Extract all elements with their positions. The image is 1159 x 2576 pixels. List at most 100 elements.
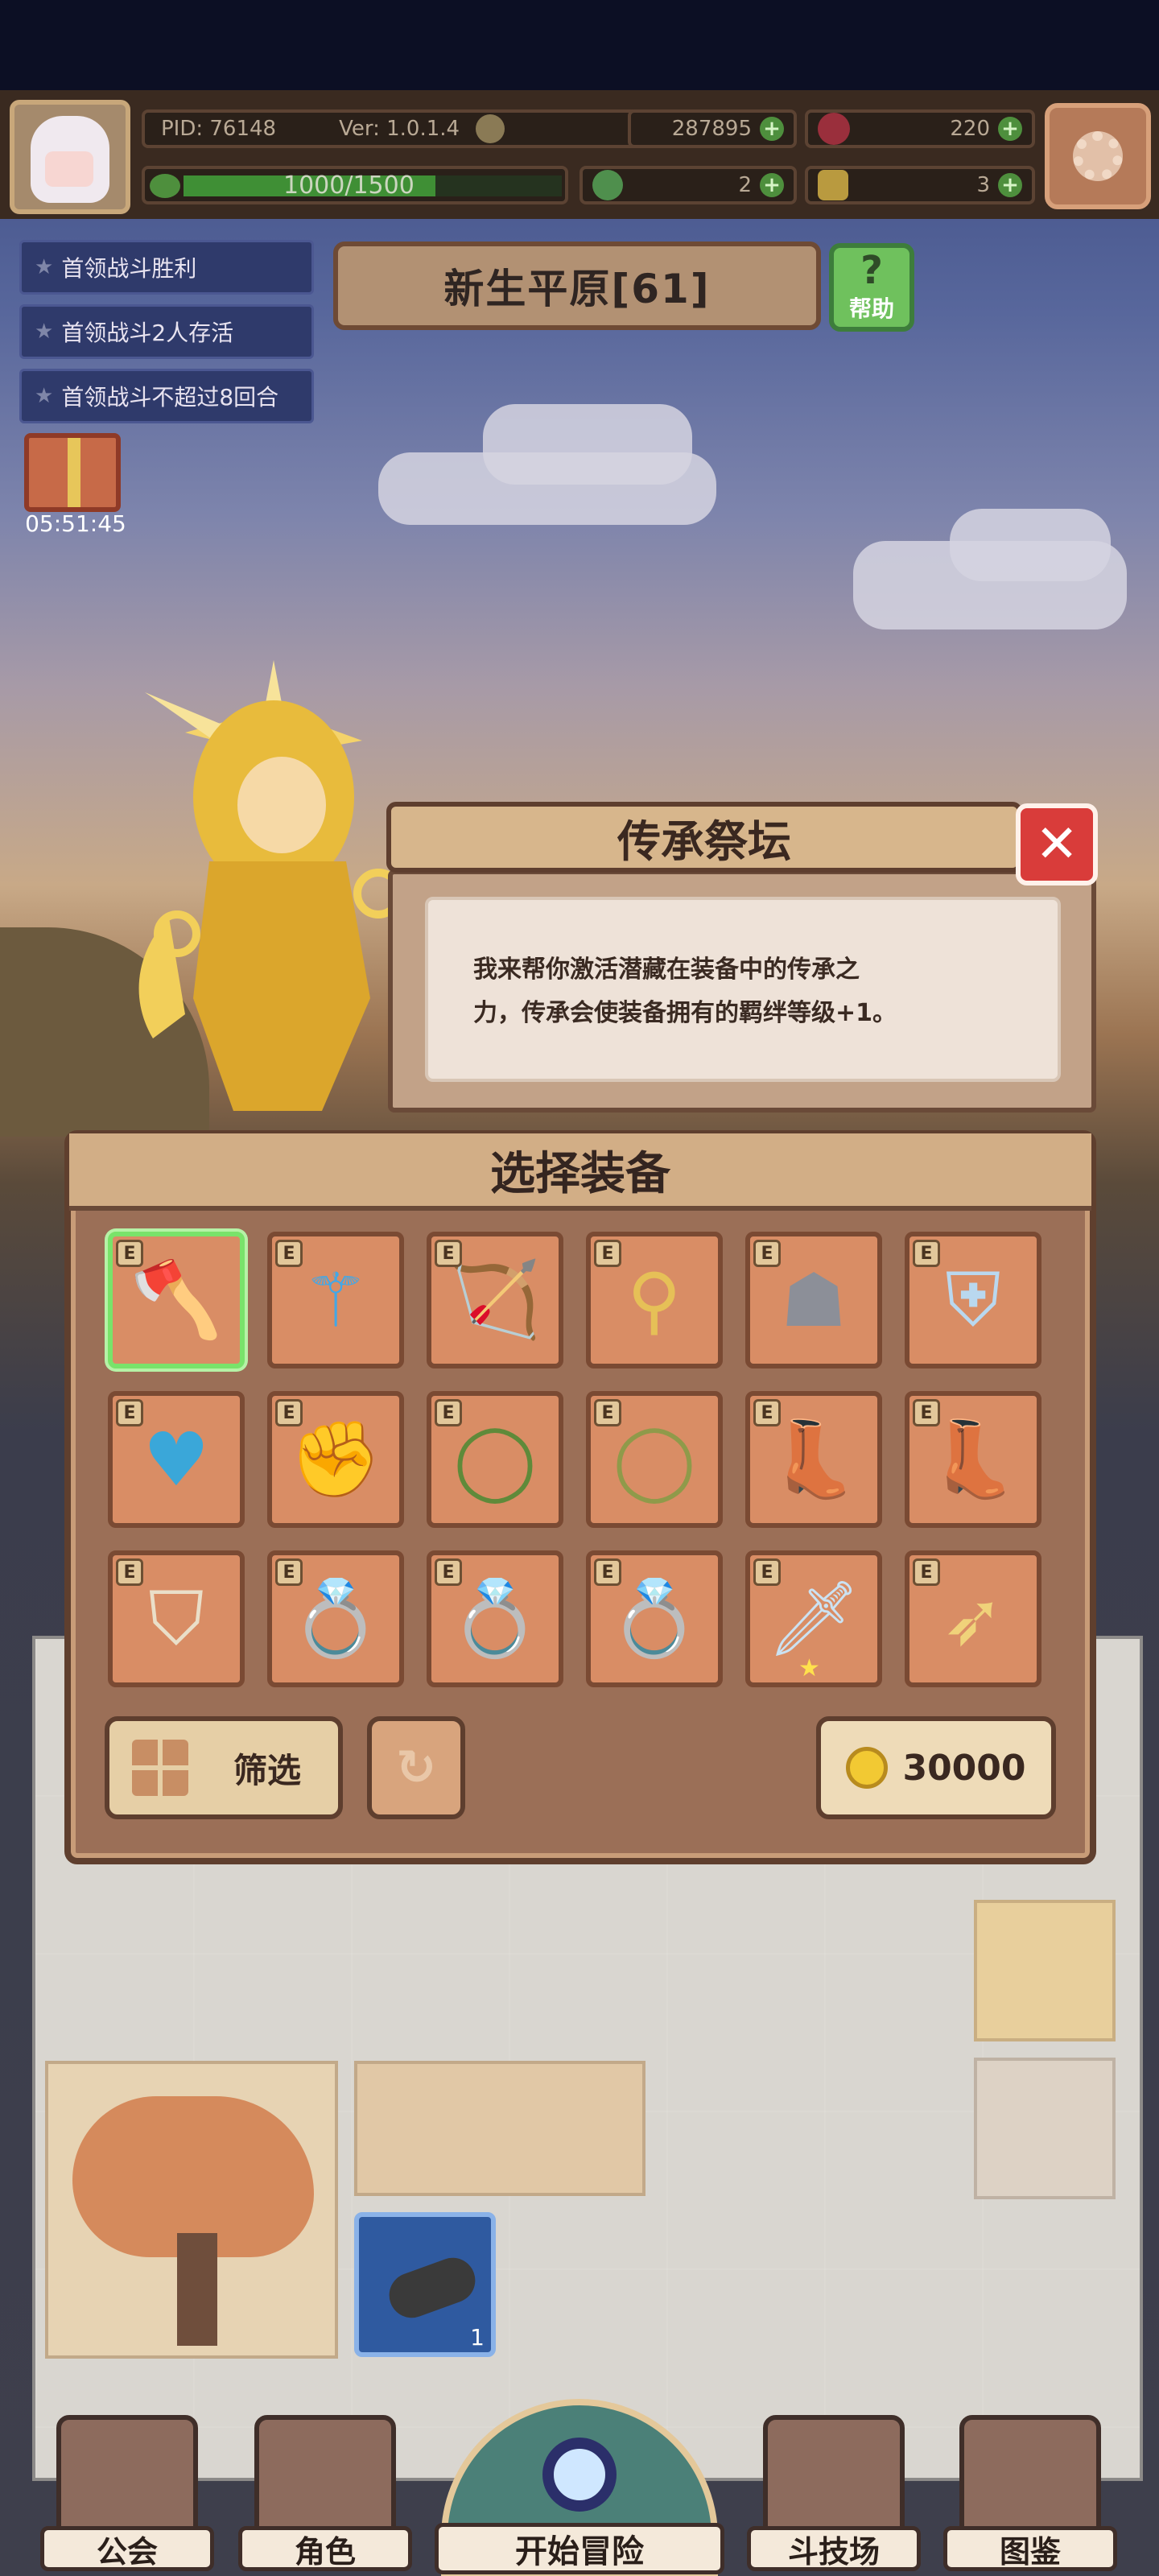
nav-adventure-label[interactable]: 开始冒险 xyxy=(435,2523,724,2574)
help-button[interactable]: ? 帮助 xyxy=(829,243,914,332)
close-icon: ✕ xyxy=(1035,815,1079,874)
codex-book-icon xyxy=(959,2415,1101,2536)
equipment-slot[interactable]: ⛉ E xyxy=(108,1550,245,1687)
nav-guild[interactable]: 公会 xyxy=(40,2415,214,2571)
equipment-slot[interactable]: ◯ E xyxy=(427,1391,563,1528)
exp-bar: 1000/1500 xyxy=(142,166,568,204)
equipment-slot[interactable]: 🪓 E xyxy=(108,1232,245,1368)
clover-value: 2 xyxy=(738,173,752,197)
equipment-slot[interactable]: 🗡 E ★ xyxy=(745,1550,882,1687)
nav-guild-label: 公会 xyxy=(40,2526,214,2571)
nav-codex[interactable]: 图鉴 xyxy=(943,2415,1117,2571)
refresh-button[interactable]: ↻ xyxy=(367,1716,465,1819)
altar-title-bar: 传承祭坛 xyxy=(386,802,1022,873)
equipment-slot[interactable]: ☗ E xyxy=(745,1232,882,1368)
gold-coin-icon xyxy=(476,114,505,143)
character-icon xyxy=(254,2415,396,2536)
altar-title: 传承祭坛 xyxy=(617,815,791,867)
equip-tag-badge: E xyxy=(594,1399,621,1426)
fence-tile[interactable] xyxy=(974,2058,1116,2199)
equipment-slot[interactable]: ⚲ E xyxy=(586,1232,723,1368)
hammer-icon xyxy=(818,170,848,200)
add-clover-plus-icon[interactable]: + xyxy=(760,173,784,197)
inherit-cost: 30000 xyxy=(902,1747,1026,1789)
equip-tag-badge: E xyxy=(753,1558,781,1586)
equipment-slot[interactable]: 🏹 E xyxy=(427,1232,563,1368)
add-gold-plus-icon[interactable]: + xyxy=(760,117,784,141)
exp-text: 1000/1500 xyxy=(283,171,415,200)
cloud xyxy=(483,404,692,485)
wood-count: 1 xyxy=(470,2324,485,2351)
altar-description-line: 力，传承会使装备拥有的羁绊等级+1。 xyxy=(473,999,897,1027)
equip-tag-badge: E xyxy=(913,1399,940,1426)
gold-coin-icon xyxy=(846,1747,889,1789)
wood-log-item[interactable]: 1 xyxy=(354,2212,496,2357)
gem-counter: 220 + xyxy=(805,109,1035,148)
equip-tag-badge: E xyxy=(753,1240,781,1267)
equip-tag-badge: E xyxy=(435,1399,462,1426)
equipment-slot[interactable]: 💍 E xyxy=(427,1550,563,1687)
autumn-tree-tile[interactable] xyxy=(45,2061,338,2359)
gift-timer: 05:51:45 xyxy=(25,510,126,537)
log-icon xyxy=(382,2251,482,2325)
equipment-slot[interactable]: ♥ E xyxy=(108,1391,245,1528)
equipment-slot[interactable]: ⛨ E xyxy=(905,1232,1041,1368)
player-avatar[interactable] xyxy=(10,100,130,214)
equipment-slot[interactable]: ◯ E xyxy=(586,1391,723,1528)
settings-button[interactable] xyxy=(1045,103,1151,209)
quest-item[interactable]: ★ 首领战斗2人存活 xyxy=(19,304,314,359)
equipment-slot[interactable]: 👢 E xyxy=(745,1391,882,1528)
equip-tag-badge: E xyxy=(913,1240,940,1267)
filter-button[interactable]: 筛选 xyxy=(105,1716,343,1819)
quest-label: 首领战斗不超过8回合 xyxy=(61,384,279,411)
clover-counter: 2 + xyxy=(580,166,797,204)
equip-tag-badge: E xyxy=(116,1558,143,1586)
equip-tag-badge: E xyxy=(435,1558,462,1586)
add-hammer-plus-icon[interactable]: + xyxy=(998,173,1022,197)
help-label: 帮助 xyxy=(848,295,894,322)
inherit-cost-button[interactable]: 30000 xyxy=(816,1716,1056,1819)
version-text: Ver: 1.0.1.4 xyxy=(339,117,460,141)
avatar-face xyxy=(31,116,109,203)
filter-label: 筛选 xyxy=(233,1750,302,1790)
equipment-slot[interactable]: ✊ E xyxy=(267,1391,404,1528)
equip-tag-badge: E xyxy=(116,1399,143,1426)
equip-tag-badge: E xyxy=(753,1399,781,1426)
nav-arena[interactable]: 斗技场 xyxy=(747,2415,921,2571)
pid-version-row: PID: 76148 Ver: 1.0.1.4 xyxy=(142,109,665,148)
quest-item[interactable]: ★ 首领战斗不超过8回合 xyxy=(19,369,314,423)
close-button[interactable]: ✕ xyxy=(1016,803,1098,886)
equipment-panel-title: 选择装备 xyxy=(490,1147,670,1200)
equipment-slot[interactable]: 👢 E xyxy=(905,1391,1041,1528)
haystack-tile[interactable] xyxy=(354,2061,645,2196)
equip-tag-badge: E xyxy=(594,1240,621,1267)
equipment-slot[interactable]: ➶ E xyxy=(905,1550,1041,1687)
equipment-slot[interactable]: ⚚ E xyxy=(267,1232,404,1368)
equipment-slot[interactable]: 💍 E xyxy=(586,1550,723,1687)
wheat-tile[interactable] xyxy=(974,1900,1116,2041)
gold-value: 287895 xyxy=(671,117,752,141)
star-icon: ★ xyxy=(35,320,54,344)
tree-trunk xyxy=(177,2233,217,2346)
equip-tag-badge: E xyxy=(275,1558,303,1586)
guild-house-icon xyxy=(56,2415,198,2536)
nav-codex-label: 图鉴 xyxy=(943,2526,1117,2571)
quest-label: 首领战斗2人存活 xyxy=(61,320,234,346)
hammer-counter: 3 + xyxy=(805,166,1035,204)
gift-box-icon[interactable] xyxy=(24,433,121,512)
add-gem-plus-icon[interactable]: + xyxy=(998,117,1022,141)
pid-text: PID: 76148 xyxy=(161,117,277,141)
question-icon: ? xyxy=(860,248,883,293)
altar-dialog: 我来帮你激活潜藏在装备中的传承之 力，传承会使装备拥有的羁绊等级+1。 xyxy=(388,869,1096,1113)
map-title: 新生平原[61] xyxy=(443,266,711,312)
gem-value: 220 xyxy=(950,117,990,141)
crossed-swords-icon xyxy=(763,2415,905,2536)
nav-character[interactable]: 角色 xyxy=(238,2415,412,2571)
equipment-slot[interactable]: 💍 E xyxy=(267,1550,404,1687)
map-title-banner: 新生平原[61] xyxy=(333,242,821,330)
equip-tag-badge: E xyxy=(275,1240,303,1267)
altar-npc-sprite xyxy=(138,660,403,1111)
equip-tag-badge: E xyxy=(913,1558,940,1586)
quest-item[interactable]: ★ 首领战斗胜利 xyxy=(19,240,314,295)
gear-icon xyxy=(1073,131,1123,181)
